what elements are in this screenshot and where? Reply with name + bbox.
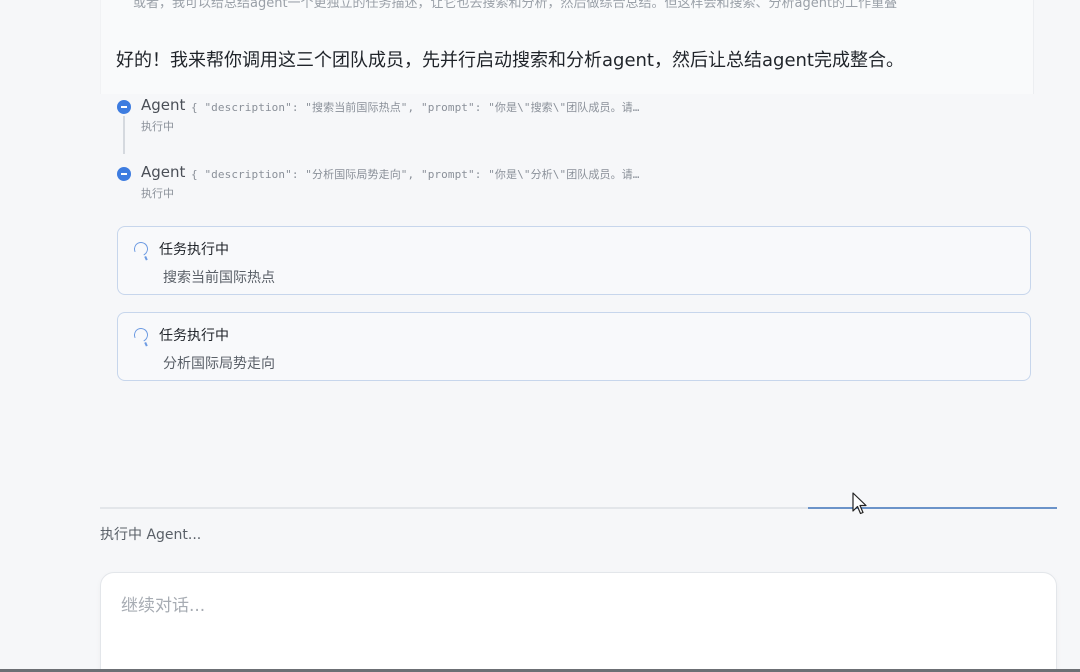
chat-input-box[interactable]	[100, 572, 1057, 672]
task-description: 分析国际局势走向	[163, 356, 275, 372]
task-card-analysis[interactable]: 任务执行中 分析国际局势走向	[117, 312, 1031, 381]
loading-spinner-icon	[132, 240, 150, 258]
task-title: 任务执行中	[159, 328, 229, 344]
mouse-cursor-icon	[852, 492, 867, 515]
task-card-search[interactable]: 任务执行中 搜索当前国际热点	[117, 226, 1031, 295]
tool-status: 执行中	[141, 120, 174, 133]
tool-name: Agent	[141, 163, 186, 181]
loading-spinner-icon	[132, 326, 150, 344]
tool-args: { "description": "搜索当前国际热点", "prompt": "…	[191, 101, 640, 114]
chat-input[interactable]	[121, 591, 1021, 651]
assistant-intro-text: 好的！我来帮你调用这三个团队成员，先并行启动搜索和分析agent，然后让总结ag…	[116, 50, 904, 71]
progress-bar-fill	[808, 507, 1057, 509]
minus-circle-icon	[117, 100, 131, 114]
execution-status-text: 执行中 Agent...	[100, 527, 202, 543]
minus-circle-icon	[117, 167, 131, 181]
progress-bar	[100, 507, 1057, 509]
tool-args: { "description": "分析国际局势走向", "prompt": "…	[191, 168, 640, 181]
tool-status: 执行中	[141, 187, 174, 200]
task-title: 任务执行中	[159, 242, 229, 258]
previous-message-text: 或者，我可以给总结agent一个更独立的任务描述，让它也去搜索和分析，然后做综合…	[133, 0, 898, 11]
task-description: 搜索当前国际热点	[163, 270, 275, 286]
tool-timeline-connector	[123, 116, 125, 154]
tool-name: Agent	[141, 96, 186, 114]
chat-page: 或者，我可以给总结agent一个更独立的任务描述，让它也去搜索和分析，然后做综合…	[0, 0, 1080, 672]
